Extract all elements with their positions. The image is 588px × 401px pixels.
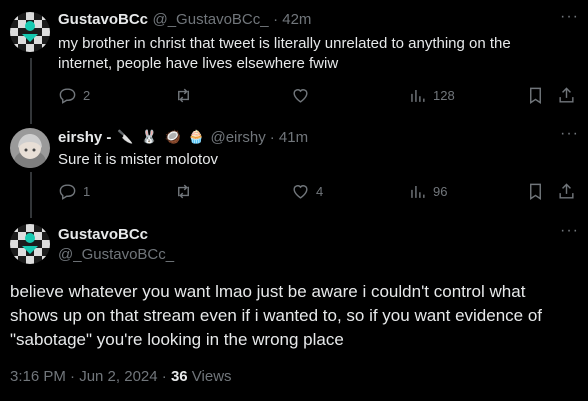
views-button[interactable]: 96	[408, 182, 447, 201]
post-timestamp[interactable]: 3:16 PM · Jun 2, 2024 ·	[10, 368, 167, 385]
tweet-header: GustavoBCc @_GustavoBCc_ · 42m	[58, 11, 311, 29]
views-button[interactable]: 128	[408, 86, 455, 105]
bookmark-icon	[530, 87, 541, 104]
tweet-text: my brother in christ that tweet is liter…	[58, 34, 578, 74]
retweet-arrows-icon	[178, 88, 189, 103]
like-count: 4	[316, 184, 324, 199]
thread-line	[30, 58, 32, 124]
view-count: 96	[433, 184, 448, 199]
heart-icon	[293, 89, 308, 103]
more-dots-icon[interactable]: ···	[560, 8, 579, 26]
view-count: 128	[433, 88, 455, 103]
display-name[interactable]: eirshy -	[58, 129, 111, 146]
timestamp[interactable]: · 41m	[270, 129, 308, 146]
share-button[interactable]	[557, 86, 576, 105]
tweet-text-line: internet, people have lives elsewhere fw…	[58, 55, 339, 72]
tweet-text-line: "sabotage" you're looking in the wrong p…	[10, 330, 344, 349]
avatar[interactable]	[10, 128, 50, 168]
tweet-footer: 3:16 PM · Jun 2, 2024 · 36 Views	[10, 368, 232, 385]
avatar[interactable]	[10, 12, 50, 52]
tweet-text-line: believe whatever you want lmao just be a…	[10, 282, 526, 301]
display-name[interactable]: GustavoBCc	[58, 11, 148, 28]
tweet-text-line: my brother in christ that tweet is liter…	[58, 35, 511, 52]
retweet-button[interactable]	[174, 86, 199, 105]
reply-bubble-icon	[59, 88, 76, 104]
share-upload-icon	[559, 183, 574, 199]
like-button[interactable]: 4	[291, 182, 323, 201]
handle[interactable]: @eirshy	[210, 129, 265, 146]
tweet-text-line: shows up on that stream even if i wanted…	[10, 306, 543, 325]
more-dots-icon[interactable]: ···	[560, 222, 579, 240]
main-tweet-text: believe whatever you want lmao just be a…	[10, 280, 580, 352]
bookmark-button[interactable]	[526, 86, 545, 105]
share-button[interactable]	[557, 182, 576, 201]
bar-chart-icon	[411, 89, 425, 102]
tweet-text: Sure it is mister molotov	[58, 150, 578, 170]
views-label: Views	[191, 368, 232, 385]
handle[interactable]: @_GustavoBCc_	[58, 246, 174, 263]
thread-line	[30, 172, 32, 218]
reply-button[interactable]: 2	[58, 86, 90, 105]
retweet-arrows-icon	[178, 184, 189, 199]
handle[interactable]: @_GustavoBCc_	[152, 11, 268, 28]
reply-bubble-icon	[59, 184, 76, 200]
timestamp[interactable]: · 42m	[273, 11, 311, 28]
display-name[interactable]: GustavoBCc	[58, 226, 148, 243]
heart-icon	[293, 185, 308, 199]
cupcake-emoji: 🧁	[188, 129, 205, 144]
tweet-header: eirshy - 🔪 🐰 🥥 🧁 @eirshy · 41m	[58, 128, 308, 146]
retweet-button[interactable]	[174, 182, 199, 201]
reply-button[interactable]: 1	[58, 182, 90, 201]
coconut-emoji: 🥥	[164, 129, 181, 144]
bookmark-icon	[530, 183, 541, 200]
avatar[interactable]	[10, 224, 50, 264]
reply-count: 2	[83, 88, 91, 103]
rabbit-emoji: 🐰	[141, 129, 158, 144]
share-upload-icon	[559, 87, 574, 103]
reply-count: 1	[83, 184, 91, 199]
more-dots-icon[interactable]: ···	[560, 125, 579, 143]
tweet-text-line: Sure it is mister molotov	[58, 151, 219, 168]
bar-chart-icon	[411, 185, 425, 198]
views-count: 36	[170, 368, 188, 385]
avatar-image	[10, 12, 50, 52]
knife-emoji: 🔪	[117, 129, 134, 144]
bookmark-button[interactable]	[526, 182, 545, 201]
avatar-image	[10, 128, 50, 168]
like-button[interactable]	[291, 86, 316, 105]
name-emojis: 🔪 🐰 🥥 🧁	[117, 128, 207, 146]
avatar-image	[10, 224, 50, 264]
